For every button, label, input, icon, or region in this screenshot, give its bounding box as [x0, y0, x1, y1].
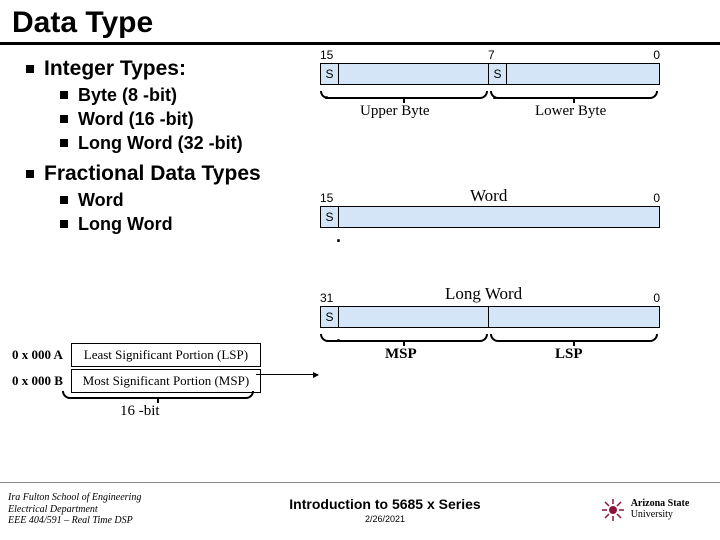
- msp-label: MSP: [385, 346, 417, 363]
- asu-logo: Arizona State University: [601, 498, 690, 522]
- radix-point-frac-word: .: [336, 226, 341, 247]
- asu-text: Arizona State University: [631, 499, 690, 520]
- sixteen-bit-brace: [62, 391, 254, 399]
- sign-bit-long: S: [321, 307, 339, 327]
- lsp-cell: Least Significant Portion (LSP): [71, 343, 261, 367]
- fractional-word-box: S: [320, 206, 660, 228]
- long-word-box: S: [320, 306, 660, 328]
- upper-byte-brace: [320, 91, 488, 99]
- bit-0-label: 0: [653, 48, 660, 62]
- addr-000a: 0 x 000 A: [6, 343, 69, 367]
- fractional-heading: Fractional Data Types: [26, 162, 700, 186]
- footer-date: 2/26/2021: [200, 514, 570, 524]
- lower-byte-region: [507, 64, 659, 84]
- integer-item-longword-text: Long Word (32 -bit): [78, 133, 243, 153]
- footer-dept: Electrical Department: [8, 504, 200, 516]
- bit-7-label: 7: [488, 48, 495, 62]
- bit-31-label: 31: [320, 291, 333, 305]
- bit-15-label-frac: 15: [320, 191, 333, 205]
- asu-line2: University: [631, 510, 690, 521]
- footer: Ira Fulton School of Engineering Electri…: [0, 482, 720, 536]
- word-label: Word: [470, 186, 507, 206]
- word-register-box: S S: [320, 63, 660, 85]
- footer-intro: Introduction to 5685 x Series: [200, 496, 570, 512]
- footer-school: Ira Fulton School of Engineering: [8, 492, 200, 504]
- fractional-heading-text: Fractional Data Types: [44, 162, 261, 185]
- sign-bit-frac-word: S: [321, 207, 339, 227]
- bit-0-label-frac: 0: [653, 191, 660, 205]
- integer-item-byte-text: Byte (8 -bit): [78, 85, 177, 105]
- integer-item-word-text: Word (16 -bit): [78, 109, 194, 129]
- footer-center: Introduction to 5685 x Series 2/26/2021: [200, 496, 570, 524]
- asu-line1: Arizona State: [631, 499, 690, 510]
- lower-byte-label: Lower Byte: [535, 103, 606, 120]
- integer-item-longword: Long Word (32 -bit): [60, 133, 700, 154]
- sign-bit-lower: S: [489, 64, 507, 84]
- lsp-region: [489, 307, 659, 327]
- fractional-word-mantissa: [339, 207, 659, 227]
- upper-byte-label: Upper Byte: [360, 103, 430, 120]
- msp-cell: Most Significant Portion (MSP): [71, 369, 261, 393]
- long-word-diagram: Long Word 31 0 S . MSP LSP: [320, 306, 660, 328]
- fractional-word-diagram: Word 15 0 S .: [320, 206, 660, 228]
- bit-0-label-long: 0: [653, 291, 660, 305]
- lsp-label: LSP: [555, 346, 583, 363]
- msp-arrow: [256, 374, 318, 375]
- sign-bit-upper: S: [321, 64, 339, 84]
- upper-byte-region: [339, 64, 489, 84]
- integer-word-diagram: 15 7 0 S S . . Upper Byte Lower Byte: [320, 63, 660, 85]
- lsp-brace: [490, 334, 658, 342]
- addr-000b: 0 x 000 B: [6, 369, 69, 393]
- msp-region: [339, 307, 489, 327]
- footer-left: Ira Fulton School of Engineering Electri…: [0, 492, 200, 527]
- footer-course: EEE 404/591 – Real Time DSP: [8, 515, 200, 527]
- memory-layout-table: 0 x 000 A Least Significant Portion (LSP…: [4, 341, 263, 395]
- lower-byte-brace: [490, 91, 658, 99]
- integer-heading-text: Integer Types:: [44, 57, 186, 80]
- bit-15-label: 15: [320, 48, 333, 62]
- content-area: Integer Types: Byte (8 -bit) Word (16 -b…: [0, 51, 720, 235]
- asu-sunburst-icon: [601, 498, 625, 522]
- footer-right: Arizona State University: [570, 498, 720, 522]
- fractional-item-longword-text: Long Word: [78, 214, 173, 234]
- long-word-label: Long Word: [445, 284, 522, 304]
- sixteen-bit-label: 16 -bit: [120, 403, 160, 420]
- page-title: Data Type: [0, 0, 720, 42]
- title-rule: [0, 42, 720, 45]
- msp-brace: [320, 334, 488, 342]
- fractional-item-word-text: Word: [78, 190, 124, 210]
